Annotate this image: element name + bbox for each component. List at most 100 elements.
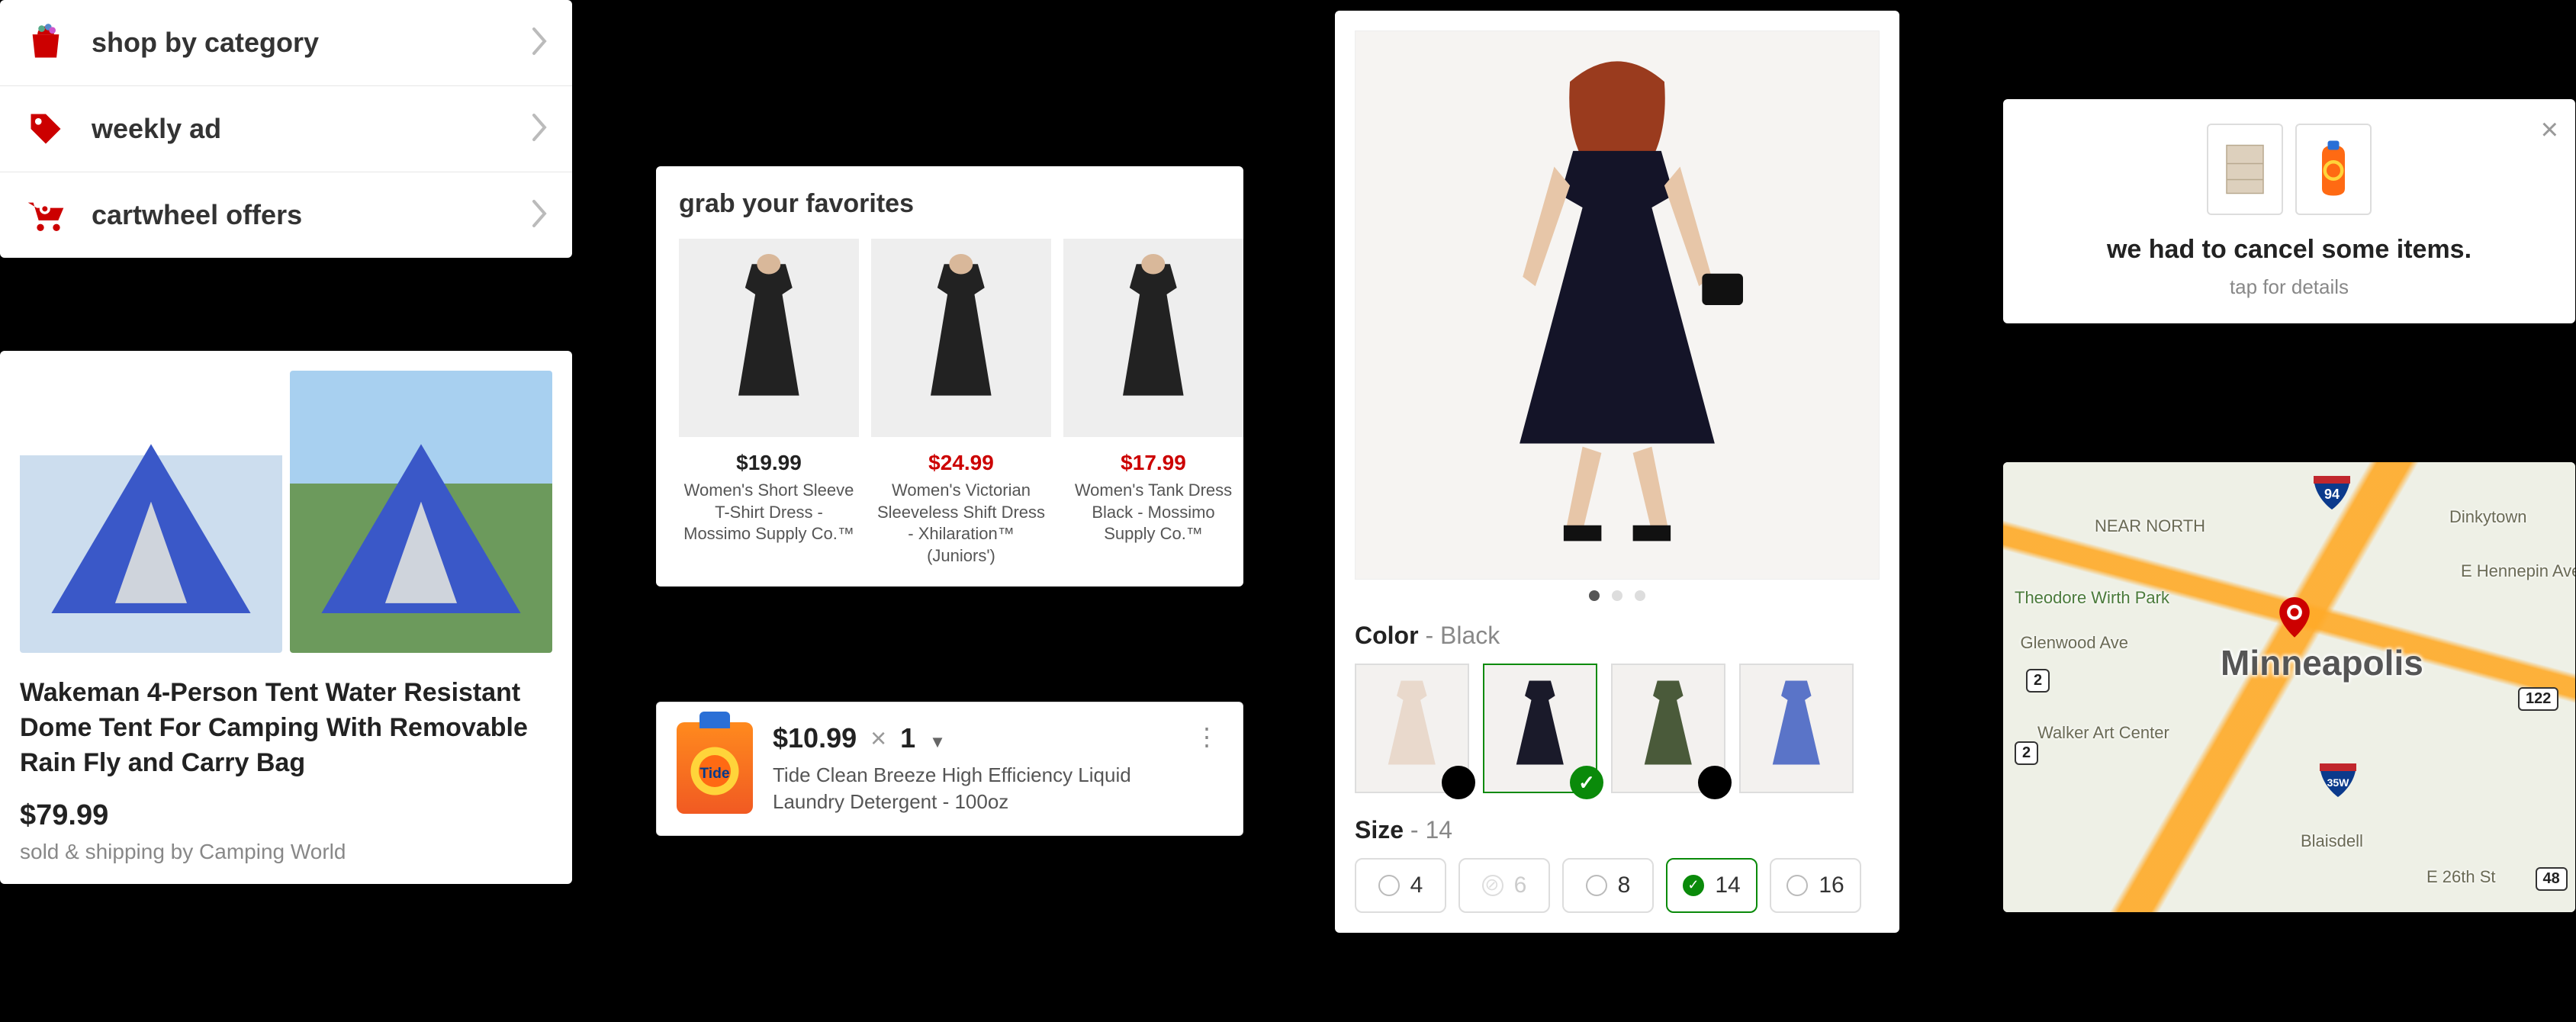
carousel-indicator[interactable] — [1355, 590, 1880, 605]
chevron-right-icon — [531, 26, 549, 60]
more-options-button[interactable]: ⋮ — [1192, 722, 1223, 751]
product-hero-image[interactable] — [1355, 31, 1880, 580]
map-label: E Hennepin Ave — [2461, 561, 2575, 581]
favorite-item[interactable]: $19.99 Women's Short Sleeve T-Shirt Dres… — [679, 239, 859, 567]
close-button[interactable]: × — [2541, 113, 2558, 147]
product-image[interactable] — [20, 371, 282, 653]
option-name: Size — [1355, 816, 1404, 844]
size-label: 16 — [1819, 873, 1844, 898]
store-map[interactable]: NEAR NORTH Theodore Wirth Park Glenwood … — [2003, 462, 2575, 912]
line-item-name: Tide Clean Breeze High Efficiency Liquid… — [773, 762, 1192, 815]
cancelled-item-thumbnail — [2295, 124, 2372, 215]
product-card-tent[interactable]: Wakeman 4-Person Tent Water Resistant Do… — [0, 351, 572, 884]
product-image[interactable] — [290, 371, 552, 653]
product-price: $79.99 — [20, 799, 552, 832]
multiply-symbol: × — [870, 722, 886, 754]
map-label: Walker Art Center — [2037, 723, 2169, 743]
swatch-color-dot — [1442, 766, 1475, 799]
product-title: Wakeman 4-Person Tent Water Resistant Do… — [20, 676, 552, 781]
size-option-row: 4 6 8 14 16 — [1355, 858, 1880, 913]
carousel-dot[interactable] — [1612, 590, 1622, 601]
product-name: Women's Victorian Sleeveless Shift Dress… — [871, 480, 1051, 567]
size-label: 8 — [1618, 873, 1631, 898]
color-swatch[interactable]: ✓ — [1483, 664, 1597, 793]
size-option[interactable]: 4 — [1355, 858, 1446, 913]
radio-icon — [1586, 875, 1607, 896]
size-label: 4 — [1410, 873, 1423, 898]
menu-item-label: cartwheel offers — [92, 199, 531, 231]
shopping-bag-icon — [23, 20, 69, 66]
line-item-quantity: 1 — [900, 722, 915, 754]
product-image-row — [20, 371, 552, 653]
menu-item-shop-by-category[interactable]: shop by category — [0, 0, 572, 86]
color-option-label: Color - Black — [1355, 622, 1880, 650]
menu-item-label: shop by category — [92, 27, 531, 59]
map-city-label: Minneapolis — [2221, 642, 2423, 683]
interstate-shield-icon: 94 — [2312, 471, 2352, 511]
product-price: $24.99 — [871, 451, 1051, 475]
menu-item-cartwheel-offers[interactable]: cartwheel offers — [0, 172, 572, 258]
route-shield: 122 — [2518, 687, 2558, 711]
map-label: NEAR NORTH — [2095, 516, 2205, 536]
notice-subtitle: tap for details — [2028, 275, 2551, 299]
product-thumbnail — [679, 239, 859, 437]
menu-item-weekly-ad[interactable]: weekly ad — [0, 86, 572, 172]
cancel-notice[interactable]: × we had to cancel some items. tap for d… — [2003, 99, 2575, 323]
favorite-item[interactable]: $24.99 Women's Victorian Sleeveless Shif… — [871, 239, 1051, 567]
map-label: Dinkytown — [2449, 507, 2526, 527]
option-value: 14 — [1425, 816, 1452, 844]
size-option[interactable]: 16 — [1770, 858, 1861, 913]
color-swatch[interactable] — [1355, 664, 1469, 793]
cart-icon — [23, 192, 69, 238]
color-swatch[interactable] — [1611, 664, 1725, 793]
product-thumbnail — [871, 239, 1051, 437]
favorites-carousel: grab your favorites $19.99 Women's Short… — [656, 166, 1243, 587]
menu-item-label: weekly ad — [92, 113, 531, 145]
route-shield: 48 — [2536, 867, 2568, 891]
radio-icon — [1378, 875, 1400, 896]
chevron-right-icon — [531, 112, 549, 146]
checkmark-icon: ✓ — [1570, 766, 1603, 799]
color-swatch-row: ✓ — [1355, 664, 1880, 793]
route-shield: 2 — [2015, 741, 2038, 765]
product-thumbnail — [1063, 239, 1243, 437]
map-pin-icon[interactable] — [2278, 597, 2311, 631]
quantity-stepper[interactable]: $10.99 × 1 ▼ — [773, 722, 1192, 754]
interstate-shield-icon: 35W — [2318, 759, 2358, 799]
cancelled-item-thumbnail — [2207, 124, 2283, 215]
map-label: E 26th St — [2426, 867, 2496, 887]
radio-disabled-icon — [1482, 875, 1503, 896]
size-option[interactable]: 8 — [1562, 858, 1654, 913]
cart-line-item: Tide $10.99 × 1 ▼ Tide Clean Breeze High… — [656, 702, 1243, 836]
carousel-dot[interactable] — [1589, 590, 1600, 601]
size-label: 14 — [1715, 873, 1740, 898]
chevron-right-icon — [531, 198, 549, 233]
carousel-dot[interactable] — [1635, 590, 1645, 601]
swatch-color-dot — [1698, 766, 1732, 799]
product-seller: sold & shipping by Camping World — [20, 840, 552, 864]
favorite-item[interactable]: $17.99 Women's Tank Dress Black - Mossim… — [1063, 239, 1243, 567]
size-option-label: Size - 14 — [1355, 816, 1880, 844]
route-shield: 2 — [2026, 669, 2050, 693]
option-name: Color — [1355, 622, 1419, 649]
svg-text:Tide: Tide — [699, 766, 730, 782]
product-name: Women's Tank Dress Black - Mossimo Suppl… — [1063, 480, 1243, 545]
size-option: 6 — [1458, 858, 1550, 913]
product-price: $19.99 — [679, 451, 859, 475]
svg-text:94: 94 — [2324, 487, 2340, 502]
chevron-down-icon: ▼ — [929, 732, 946, 752]
product-detail: Color - Black ✓ Size - 14 4 6 8 14 16 — [1335, 11, 1899, 933]
color-swatch[interactable] — [1739, 664, 1854, 793]
price-tag-icon — [23, 106, 69, 152]
line-item-price: $10.99 — [773, 722, 857, 754]
svg-text:35W: 35W — [2327, 776, 2349, 789]
product-price: $17.99 — [1063, 451, 1243, 475]
size-option[interactable]: 14 — [1666, 858, 1758, 913]
size-label: 6 — [1514, 873, 1527, 898]
section-title: grab your favorites — [679, 189, 1243, 219]
map-label: Blaisdell — [2301, 831, 2363, 851]
nav-menu: shop by category weekly ad cartwheel off… — [0, 0, 572, 258]
map-label: Theodore Wirth Park — [2015, 588, 2169, 608]
option-value: Black — [1440, 622, 1500, 649]
product-thumbnail[interactable]: Tide — [677, 722, 753, 814]
